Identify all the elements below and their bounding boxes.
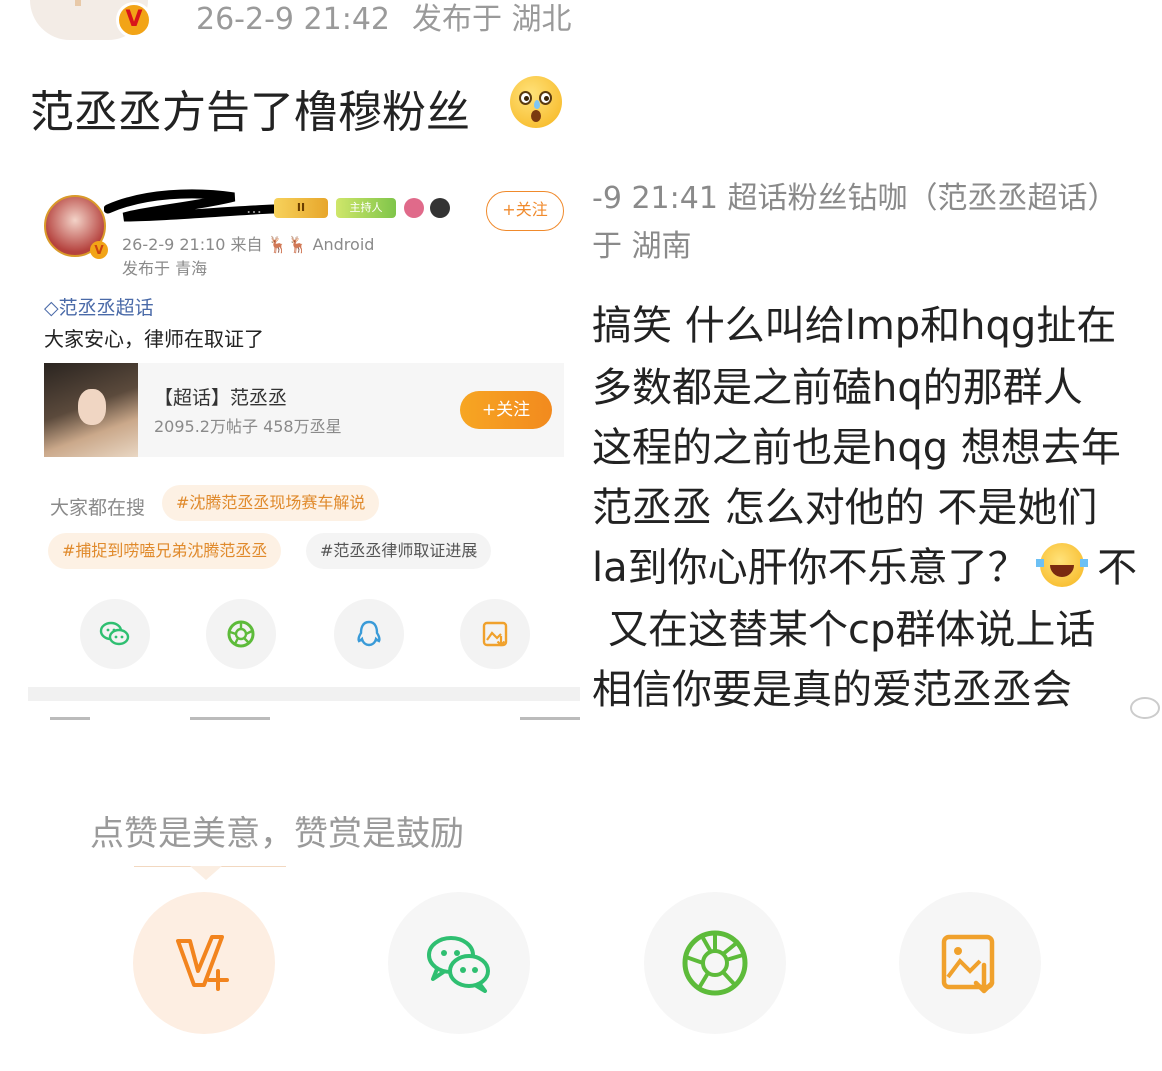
save-image-icon <box>941 934 995 994</box>
quoted-user-avatar: V <box>44 195 108 259</box>
quoted-text-line: 又在这替某个cp群体说上话 <box>608 607 1096 653</box>
quoted-location: 发布于 青海 <box>122 259 208 278</box>
supertopic-stats: 2095.2万帖子 458万丞星 <box>154 417 342 436</box>
save-image-button[interactable] <box>899 892 1041 1034</box>
follow-user-button[interactable]: +关注 <box>486 191 564 231</box>
share-moments-button[interactable] <box>644 892 786 1034</box>
quoted-location: 于 湖南 <box>592 229 692 264</box>
crown-badge: II <box>274 198 328 218</box>
laugh-cry-emoji-icon <box>1036 543 1089 587</box>
supertopic-thumbnail <box>44 363 138 457</box>
quoted-meta: -9 21:41 超话粉丝钻咖（范丞丞超话） <box>592 181 1118 216</box>
supertopic-link[interactable]: ◇范丞丞超话 <box>44 293 154 320</box>
moments-icon[interactable] <box>206 599 276 669</box>
cut-off-action-row <box>50 717 580 720</box>
host-badge: 主持人 <box>336 198 396 218</box>
save-image-icon[interactable] <box>460 599 530 669</box>
trending-tag[interactable]: #沈腾范丞丞现场赛车解说 <box>162 485 380 521</box>
watermark-icon <box>1130 697 1160 719</box>
quoted-text-line: 多数都是之前磕hq的那群人 <box>592 365 1083 411</box>
fan-badge-icon <box>404 198 424 218</box>
quoted-post-body: 大家安心，律师在取证了 <box>44 327 264 351</box>
share-wechat-button[interactable] <box>388 892 530 1034</box>
quoted-text-line: la到你心肝你不乐意了？ 不 <box>592 543 1138 591</box>
trending-tag[interactable]: #范丞丞律师取证进展 <box>306 533 492 569</box>
user-badge-icon <box>430 198 450 218</box>
supertopic-card[interactable]: 【超话】范丞丞 2095.2万帖子 458万丞星 +关注 <box>44 363 564 457</box>
quoted-time-source: 26-2-9 21:10 来自 🦌🦌 Android <box>122 235 375 254</box>
supertopic-follow-button[interactable]: +关注 <box>460 391 552 429</box>
trending-tag[interactable]: #捕捉到唠嗑兄弟沈腾范丞丞 <box>48 533 282 569</box>
reward-button[interactable] <box>133 892 275 1034</box>
astonished-emoji-icon <box>510 76 562 128</box>
qq-icon[interactable] <box>334 599 404 669</box>
pointer-arrow-icon <box>190 866 222 880</box>
quoted-text-line: 范丞丞 怎么对他的 不是她们 <box>592 485 1098 531</box>
quoted-text-line: 相信你要是真的爱范丞丞会 <box>592 667 1072 713</box>
wechat-icon[interactable] <box>80 599 150 669</box>
quoted-user-name: … <box>246 198 262 217</box>
reward-prompt: 点赞是美意，赞赏是鼓励 <box>90 814 464 854</box>
quoted-text-line: 这程的之前也是hqg 想想去年 <box>592 425 1121 471</box>
post-meta: 26-2-9 21:42 发布于 湖北 <box>196 0 572 38</box>
quoted-text-line: 搞笑 什么叫给lmp和hqg扯在 <box>592 303 1117 349</box>
embedded-screenshot-left[interactable]: V … II 主持人 +关注 26-2-9 21:10 来自 🦌🦌 Androi… <box>28 165 580 727</box>
avatar-text: 饭 <box>120 0 144 1</box>
moments-icon <box>682 930 748 996</box>
post-timestamp: 26-2-9 21:42 <box>196 2 390 37</box>
embedded-screenshot-right[interactable]: -9 21:41 超话粉丝钻咖（范丞丞超话） 于 湖南 搞笑 什么叫给lmp和h… <box>592 165 1162 720</box>
reward-v-icon <box>176 935 229 991</box>
trending-search-label: 大家都在搜 <box>50 497 146 519</box>
post-text: 范丞丞方告了橹穆粉丝 <box>30 87 470 138</box>
post-location: 发布于 湖北 <box>412 2 572 37</box>
wechat-icon <box>427 936 490 993</box>
supertopic-title: 【超话】范丞丞 <box>154 387 288 409</box>
verified-badge: V <box>116 2 152 38</box>
section-divider <box>28 687 580 701</box>
